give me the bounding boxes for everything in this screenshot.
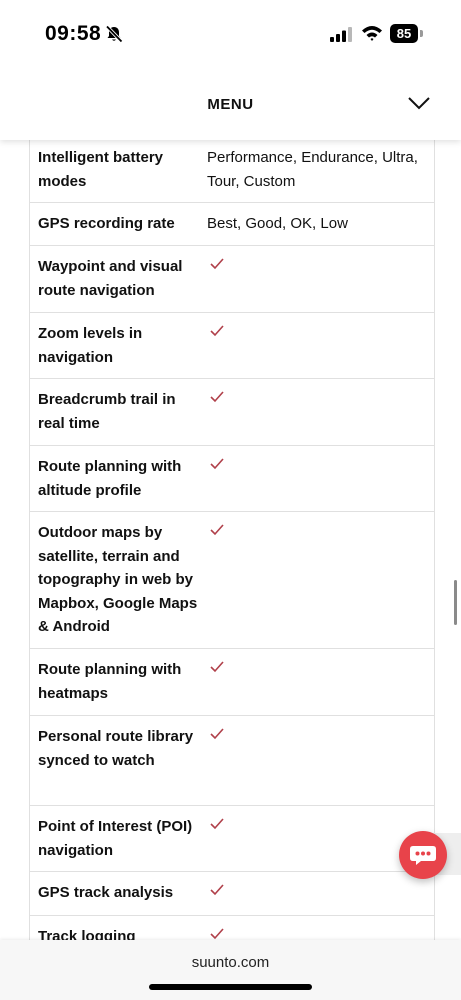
table-row: GPS recording rate Best, Good, OK, Low bbox=[30, 203, 434, 246]
scroll-indicator[interactable] bbox=[454, 580, 457, 625]
battery-cap bbox=[420, 30, 423, 37]
check-icon bbox=[210, 928, 224, 940]
feature-label: Route planning with altitude profile bbox=[38, 458, 182, 499]
feature-label: Waypoint and visual route navigation bbox=[38, 258, 183, 299]
feature-value: Performance, Endurance, Ultra, Tour, Cus… bbox=[207, 149, 418, 190]
check-icon bbox=[210, 524, 224, 536]
menu-bar[interactable]: MENU bbox=[0, 68, 461, 140]
battery-icon: 85 bbox=[390, 24, 424, 43]
table-row: Waypoint and visual route navigation bbox=[30, 246, 434, 313]
bell-muted-icon bbox=[105, 25, 123, 43]
check-icon bbox=[210, 325, 224, 337]
url-text[interactable]: suunto.com bbox=[0, 954, 461, 971]
table-row: GPS track analysis bbox=[30, 872, 434, 916]
feature-value: Best, Good, OK, Low bbox=[207, 215, 348, 232]
feature-table: Intelligent battery modes Performance, E… bbox=[29, 140, 435, 960]
check-icon bbox=[210, 391, 224, 403]
table-row: Route planning with altitude profile bbox=[30, 446, 434, 512]
battery-level: 85 bbox=[390, 24, 418, 43]
table-row: Breadcrumb trail in real time bbox=[30, 379, 434, 446]
feature-label: Route planning with heatmaps bbox=[38, 661, 182, 702]
wifi-icon bbox=[362, 26, 382, 41]
check-icon bbox=[210, 458, 224, 470]
chat-bubble-icon bbox=[410, 846, 436, 865]
menu-label[interactable]: MENU bbox=[0, 96, 461, 113]
feature-label: GPS track analysis bbox=[38, 884, 174, 901]
check-icon bbox=[210, 884, 224, 896]
check-icon bbox=[210, 661, 224, 673]
feature-label: Personal route library synced to watch bbox=[38, 728, 194, 769]
feature-label: Outdoor maps by satellite, terrain and t… bbox=[38, 524, 198, 635]
feature-label: Breadcrumb trail in real time bbox=[38, 391, 176, 432]
chat-button[interactable] bbox=[399, 831, 447, 879]
table-row: Zoom levels in navigation bbox=[30, 313, 434, 379]
browser-url-bar[interactable]: suunto.com bbox=[0, 940, 461, 1000]
chevron-down-icon[interactable] bbox=[407, 96, 431, 110]
table-row: Outdoor maps by satellite, terrain and t… bbox=[30, 512, 434, 649]
cellular-signal-icon bbox=[330, 27, 352, 42]
feature-label: Point of Interest (POI) navigation bbox=[38, 818, 193, 859]
check-icon bbox=[210, 258, 224, 270]
check-icon bbox=[210, 818, 224, 830]
table-row: Route planning with heatmaps bbox=[30, 649, 434, 716]
status-time: 09:58 bbox=[45, 22, 102, 45]
phone-screen: 09:58 85 MENU Intelligent battery modes … bbox=[0, 0, 461, 1000]
check-icon bbox=[210, 728, 224, 740]
feature-label: Intelligent battery modes bbox=[38, 149, 164, 190]
feature-label: Zoom levels in navigation bbox=[38, 325, 143, 366]
table-row: Personal route library synced to watch bbox=[30, 716, 434, 806]
table-row: Intelligent battery modes Performance, E… bbox=[30, 140, 434, 203]
status-bar: 09:58 85 bbox=[0, 0, 461, 68]
home-indicator[interactable] bbox=[149, 984, 312, 990]
table-row: Point of Interest (POI) navigation bbox=[30, 806, 434, 872]
feature-label: GPS recording rate bbox=[38, 215, 175, 232]
